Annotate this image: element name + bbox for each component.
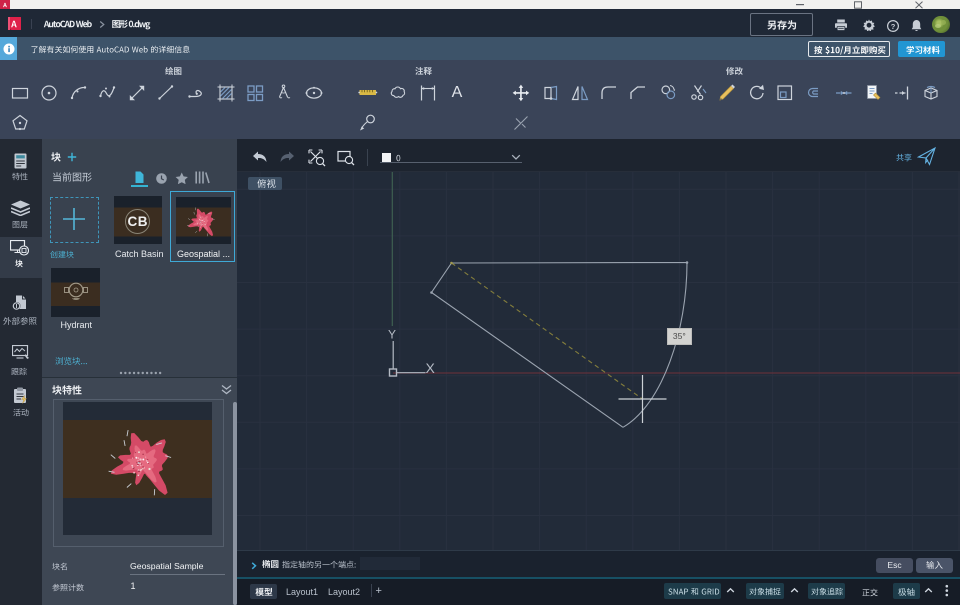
svg-text:Y: Y <box>388 328 396 342</box>
svg-text:X: X <box>426 360 436 376</box>
svg-text:?: ? <box>891 21 896 30</box>
